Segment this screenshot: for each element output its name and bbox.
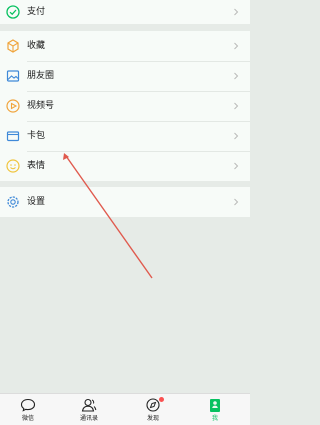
- me-icon: [210, 399, 220, 412]
- contacts-icon: [81, 398, 97, 412]
- tab-me[interactable]: 我: [190, 394, 240, 425]
- chats-icon: [20, 398, 36, 412]
- tab-contacts[interactable]: 通讯录: [64, 394, 114, 425]
- tab-label: 通讯录: [79, 415, 98, 422]
- annotation-arrow: [63, 153, 153, 279]
- tab-chats[interactable]: 微信: [3, 394, 53, 425]
- tab-label: 我: [211, 415, 218, 422]
- tab-discover[interactable]: 发现: [128, 394, 178, 425]
- tab-label: 发现: [146, 415, 159, 422]
- bottom-tab-bar: 微信 通讯录 发现 我: [0, 393, 250, 425]
- tab-label: 微信: [21, 415, 34, 422]
- notification-badge: [159, 397, 164, 402]
